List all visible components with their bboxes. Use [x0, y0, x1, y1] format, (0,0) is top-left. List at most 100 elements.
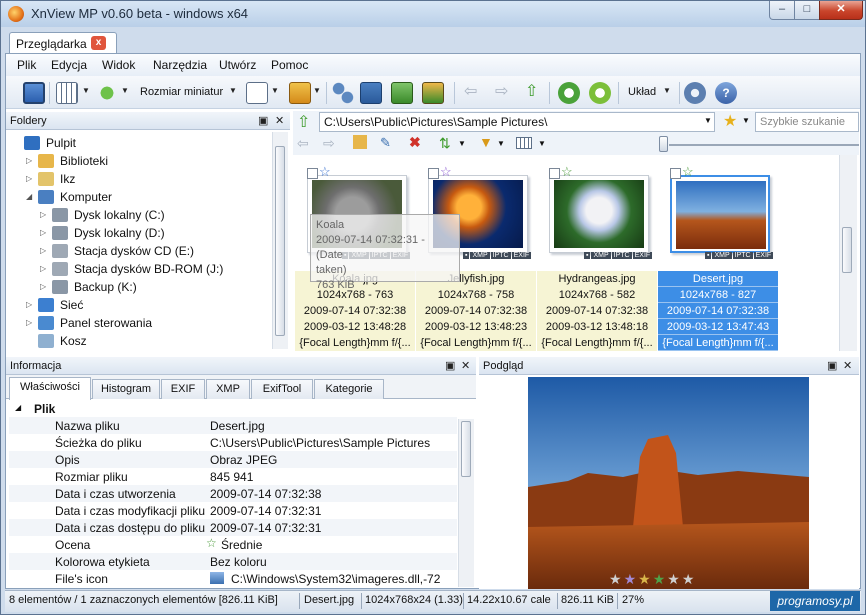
- preview-rating-stars[interactable]: ★★★★★★: [609, 571, 696, 588]
- delete-icon[interactable]: ✖: [409, 134, 421, 151]
- panel-close-icon[interactable]: ✕: [275, 114, 284, 127]
- layout-button[interactable]: Układ: [628, 86, 656, 98]
- title-bar[interactable]: XnView MP v0.60 beta - windows x64 – □ ✕: [1, 1, 865, 27]
- path-input[interactable]: C:\Users\Public\Pictures\Sample Pictures…: [319, 112, 715, 132]
- back-icon[interactable]: ⇦: [464, 81, 477, 101]
- section-header[interactable]: ◢ Plik: [9, 400, 457, 417]
- forward-icon[interactable]: ⇨: [495, 81, 508, 101]
- menu-tools[interactable]: Narzędzia: [153, 58, 207, 72]
- refresh-icon[interactable]: [558, 82, 580, 104]
- thumbnail-item[interactable]: ☆ ▪ XMP IPTC EXIF Desert.jpg 1024x768 - 827 200…: [658, 155, 778, 351]
- rating-star-icon[interactable]: ☆: [682, 164, 694, 180]
- property-row[interactable]: Rozmiar pliku 845 941: [9, 468, 457, 485]
- property-row[interactable]: Data i czas utworzenia 2009-07-14 07:32:3…: [9, 485, 457, 502]
- tab-properties[interactable]: Właściwości: [9, 377, 91, 400]
- star-icon[interactable]: ★: [653, 571, 668, 587]
- thumbnail-checkbox[interactable]: [307, 168, 318, 179]
- star-icon[interactable]: ★: [682, 571, 697, 587]
- reload-icon[interactable]: [589, 82, 611, 104]
- settings-gear-icon[interactable]: [684, 82, 706, 104]
- go-up-icon[interactable]: ⇧: [297, 112, 310, 132]
- menu-create[interactable]: Utwórz: [219, 58, 256, 72]
- star-icon[interactable]: ★: [624, 571, 639, 587]
- thumbnail-size-button[interactable]: Rozmiar miniatur: [140, 86, 223, 98]
- expand-arrow-icon[interactable]: ▷: [40, 264, 46, 273]
- sort-dropdown-icon[interactable]: ▼: [121, 86, 129, 95]
- thumbnail-checkbox[interactable]: [670, 168, 681, 179]
- expand-arrow-icon[interactable]: ▷: [40, 210, 46, 219]
- scroll-thumb[interactable]: [842, 227, 852, 273]
- star-icon[interactable]: ★: [638, 571, 653, 587]
- properties-scrollbar[interactable]: [458, 419, 474, 587]
- panel-close-icon[interactable]: ✕: [843, 359, 852, 372]
- rating-star-icon[interactable]: ☆: [561, 164, 573, 180]
- property-row[interactable]: Data i czas modyfikacji pliku 2009-07-14 …: [9, 502, 457, 519]
- panel-float-icon[interactable]: ▣: [827, 359, 837, 372]
- property-row[interactable]: Kolorowa etykieta Bez koloru: [9, 553, 457, 570]
- expand-arrow-icon[interactable]: ▷: [40, 228, 46, 237]
- panel-close-icon[interactable]: ✕: [461, 359, 470, 372]
- expand-arrow-icon[interactable]: ▷: [26, 174, 32, 183]
- thumbnail-checkbox[interactable]: [428, 168, 439, 179]
- quick-search-input[interactable]: Szybkie szukanie: [755, 112, 859, 132]
- view-mode-icon[interactable]: [56, 82, 78, 104]
- thumbnail-view-icon[interactable]: [516, 137, 532, 149]
- scroll-thumb[interactable]: [461, 421, 471, 477]
- sort-icon[interactable]: [96, 82, 118, 104]
- scroll-thumb[interactable]: [275, 146, 285, 336]
- filter-icon[interactable]: ▼: [479, 134, 493, 150]
- sort-order-icon[interactable]: ⇅: [439, 135, 451, 152]
- expand-arrow-icon[interactable]: ▷: [26, 318, 32, 327]
- expand-arrow-icon[interactable]: ▷: [26, 156, 32, 165]
- thumbnail-zoom-slider[interactable]: [669, 144, 859, 146]
- tab-histogram[interactable]: Histogram: [92, 379, 160, 399]
- convert-icon[interactable]: [391, 82, 413, 104]
- property-row[interactable]: Ścieżka do pliku C:\Users\Public\Pictures…: [9, 434, 457, 451]
- ratio-dropdown-icon[interactable]: ▼: [271, 86, 279, 95]
- sort-order-dropdown-icon[interactable]: ▼: [458, 139, 466, 148]
- thumbnail-item[interactable]: ☆ ▪ XMP IPTC EXIF Hydrangeas.jpg 1024x768 - 58…: [537, 155, 657, 351]
- property-row[interactable]: Nazwa pliku Desert.jpg: [9, 417, 457, 434]
- layout-dropdown-icon[interactable]: ▼: [663, 86, 671, 95]
- thumbnail-view-dropdown-icon[interactable]: ▼: [538, 139, 546, 148]
- menu-edit[interactable]: Edycja: [51, 58, 87, 72]
- property-row[interactable]: Data i czas dostępu do pliku 2009-07-14 0…: [9, 519, 457, 536]
- compare-icon[interactable]: [332, 82, 354, 104]
- rename-icon[interactable]: ✎: [380, 135, 391, 151]
- tab-categories[interactable]: Kategorie: [314, 379, 384, 399]
- fullscreen-icon[interactable]: [23, 82, 45, 104]
- help-icon[interactable]: ?: [715, 82, 737, 104]
- menu-view[interactable]: Widok: [102, 58, 135, 72]
- camera-icon[interactable]: [360, 82, 382, 104]
- favorites-star-icon[interactable]: ★: [723, 111, 737, 131]
- property-row[interactable]: File's icon C:\Windows\System32\imageres.…: [9, 570, 457, 587]
- star-icon[interactable]: ★: [609, 571, 624, 587]
- thumbnail-size-dropdown-icon[interactable]: ▼: [229, 86, 237, 95]
- expand-arrow-icon[interactable]: ▷: [40, 282, 46, 291]
- collapse-icon[interactable]: ◢: [15, 403, 21, 412]
- minimize-button[interactable]: –: [769, 1, 795, 20]
- folder-tree-scrollbar[interactable]: [272, 132, 288, 349]
- bookmark-dropdown-icon[interactable]: ▼: [313, 86, 321, 95]
- star-icon[interactable]: ★: [667, 571, 682, 587]
- tab-xmp[interactable]: XMP: [206, 379, 250, 399]
- thumbnail-scrollbar[interactable]: [839, 155, 857, 351]
- expand-arrow-icon[interactable]: ▷: [40, 246, 46, 255]
- thumbnail-checkbox[interactable]: [549, 168, 560, 179]
- maximize-button[interactable]: □: [794, 1, 820, 20]
- rating-star-icon[interactable]: ☆: [319, 164, 331, 180]
- up-folder-icon[interactable]: ⇧: [525, 81, 538, 101]
- expand-arrow-icon[interactable]: ▷: [26, 300, 32, 309]
- panel-float-icon[interactable]: ▣: [445, 359, 455, 372]
- tab-exif[interactable]: EXIF: [161, 379, 205, 399]
- property-row[interactable]: Opis Obraz JPEG: [9, 451, 457, 468]
- thumbnail-frame[interactable]: [670, 175, 770, 253]
- new-folder-icon[interactable]: [353, 135, 367, 149]
- expand-arrow-icon[interactable]: ◢: [26, 192, 32, 201]
- batch-rename-icon[interactable]: [422, 82, 444, 104]
- panel-float-icon[interactable]: ▣: [258, 114, 268, 127]
- tab-close-icon[interactable]: x: [91, 36, 106, 50]
- filter-dropdown-icon[interactable]: ▼: [497, 139, 505, 148]
- menu-file[interactable]: Plik: [17, 58, 36, 72]
- path-dropdown-icon[interactable]: ▼: [704, 116, 712, 125]
